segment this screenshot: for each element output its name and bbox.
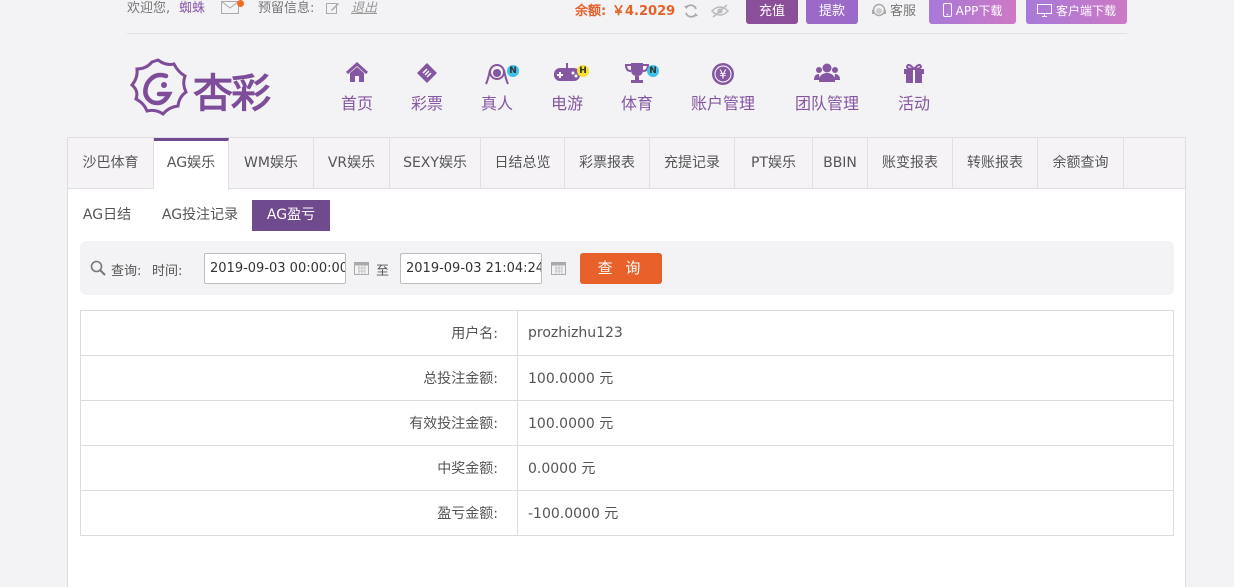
nav-home[interactable]: 首页 (339, 61, 375, 114)
nav-label: 体育 (620, 94, 653, 113)
end-time-input[interactable]: 2019-09-03 21:04:24 (400, 253, 542, 284)
customer-service-link[interactable]: 客服 (890, 3, 916, 20)
query-label: 查询: (111, 264, 142, 279)
refresh-icon[interactable] (683, 3, 699, 23)
client-download-button[interactable]: 客户端下载 (1026, 0, 1127, 24)
brand-logo-emblem[interactable] (128, 58, 188, 122)
new-badge: N (507, 65, 519, 77)
logout-link[interactable]: 退出 (351, 0, 377, 17)
query-bar: 查询: 时间: 2019-09-03 00:00:00 至 2019-09-03… (80, 241, 1174, 295)
calendar-icon[interactable] (354, 261, 369, 279)
start-time-input[interactable]: 2019-09-03 00:00:00 (204, 253, 346, 284)
home-icon (339, 61, 375, 86)
nav-lottery[interactable]: 彩票 (409, 62, 445, 114)
tab-ag[interactable]: AG娱乐 (154, 138, 229, 190)
row-value: -100.0000 元 (517, 490, 1174, 536)
row-label: 盈亏金额: (80, 490, 518, 536)
row-value: prozhizhu123 (517, 310, 1174, 356)
tab-wm[interactable]: WM娱乐 (229, 138, 314, 189)
table-row: 盈亏金额: -100.0000 元 (80, 490, 1174, 536)
table-row: 总投注金额: 100.0000 元 (80, 355, 1174, 401)
hot-badge: H (577, 65, 589, 77)
svg-text:¥: ¥ (719, 68, 727, 82)
nav-account[interactable]: ¥ 账户管理 (689, 62, 757, 114)
time-label: 时间: (152, 264, 183, 279)
yen-coin-icon: ¥ (689, 62, 757, 86)
row-label: 用户名: (80, 310, 518, 356)
tab-bbin[interactable]: BBIN (813, 138, 868, 189)
table-row: 用户名: prozhizhu123 (80, 310, 1174, 356)
nav-activity[interactable]: 活动 (896, 62, 932, 114)
tab-saba-sports[interactable]: 沙巴体育 (68, 138, 154, 189)
withdraw-button[interactable]: 提款 (806, 0, 858, 24)
query-button[interactable]: 查 询 (580, 253, 662, 284)
tab-sexy[interactable]: SEXY娱乐 (390, 138, 481, 189)
calendar-icon[interactable] (551, 261, 566, 279)
row-value: 0.0000 元 (517, 445, 1174, 491)
new-badge: N (647, 65, 659, 77)
subtab-ag-daily[interactable]: AG日结 (80, 200, 134, 231)
nav-live[interactable]: N 真人 (479, 62, 519, 114)
nav-sports[interactable]: N 体育 (619, 62, 659, 114)
recharge-button[interactable]: 充值 (746, 0, 798, 24)
username[interactable]: 蜘蛛 (179, 0, 205, 17)
top-bar: 欢迎您, 蜘蛛 预留信息: 退出 余额: ￥4.2029 充值 提款 客服 AP… (127, 0, 1127, 34)
tab-transfer-report[interactable]: 转账报表 (953, 138, 1038, 189)
nav-label: 首页 (340, 94, 373, 113)
row-value: 100.0000 元 (517, 355, 1174, 401)
customer-service-icon[interactable] (871, 3, 887, 23)
to-label: 至 (376, 264, 390, 279)
nav-label: 活动 (897, 94, 930, 113)
balance-value: ￥4.2029 (612, 4, 676, 19)
lottery-ticket-icon (409, 62, 445, 86)
tab-pt[interactable]: PT娱乐 (735, 138, 813, 189)
reserve-info-label: 预留信息: (258, 1, 315, 16)
row-label: 有效投注金额: (80, 400, 518, 446)
balance-label: 余额: (575, 4, 607, 19)
tab-lottery-report[interactable]: 彩票报表 (565, 138, 650, 189)
app-download-label: APP下载 (955, 4, 1003, 18)
nav-egame[interactable]: H 电游 (549, 62, 589, 114)
client-download-label: 客户端下载 (1055, 4, 1116, 18)
monitor-icon (1036, 2, 1052, 25)
nav-label: 真人 (480, 94, 513, 113)
table-row: 有效投注金额: 100.0000 元 (80, 400, 1174, 446)
nav-label: 电游 (550, 94, 583, 113)
unread-dot (237, 0, 244, 7)
row-label: 总投注金额: (80, 355, 518, 401)
gift-icon (896, 62, 932, 86)
subtab-ag-profit-loss[interactable]: AG盈亏 (252, 200, 330, 231)
nav-label: 彩票 (410, 94, 443, 113)
edit-icon[interactable] (326, 1, 340, 19)
nav-label: 账户管理 (690, 94, 755, 113)
team-icon (793, 62, 861, 86)
tab-vr[interactable]: VR娱乐 (314, 138, 390, 189)
brand-name[interactable]: 杏彩 (193, 61, 271, 119)
nav-team[interactable]: 团队管理 (793, 62, 861, 114)
report-tabs: 沙巴体育 AG娱乐 WM娱乐 VR娱乐 SEXY娱乐 日结总览 彩票报表 充提记… (68, 138, 1185, 190)
row-label: 中奖金额: (80, 445, 518, 491)
welcome-text: 欢迎您, (127, 1, 171, 16)
table-row: 中奖金额: 0.0000 元 (80, 445, 1174, 491)
nav-label: 团队管理 (794, 94, 859, 113)
tab-daily-overview[interactable]: 日结总览 (481, 138, 565, 189)
tab-balance-query[interactable]: 余额查询 (1038, 138, 1124, 189)
app-download-button[interactable]: APP下载 (929, 0, 1016, 24)
hide-balance-icon[interactable] (710, 4, 730, 22)
tab-balance-change[interactable]: 账变报表 (868, 138, 953, 189)
phone-icon (942, 2, 952, 25)
row-value: 100.0000 元 (517, 400, 1174, 446)
subtab-ag-bets[interactable]: AG投注记录 (154, 200, 246, 231)
search-icon (90, 260, 106, 280)
profit-loss-table: 用户名: prozhizhu123 总投注金额: 100.0000 元 有效投注… (80, 310, 1174, 536)
report-panel: 沙巴体育 AG娱乐 WM娱乐 VR娱乐 SEXY娱乐 日结总览 彩票报表 充提记… (67, 137, 1186, 587)
tab-deposit-withdraw[interactable]: 充提记录 (650, 138, 735, 189)
